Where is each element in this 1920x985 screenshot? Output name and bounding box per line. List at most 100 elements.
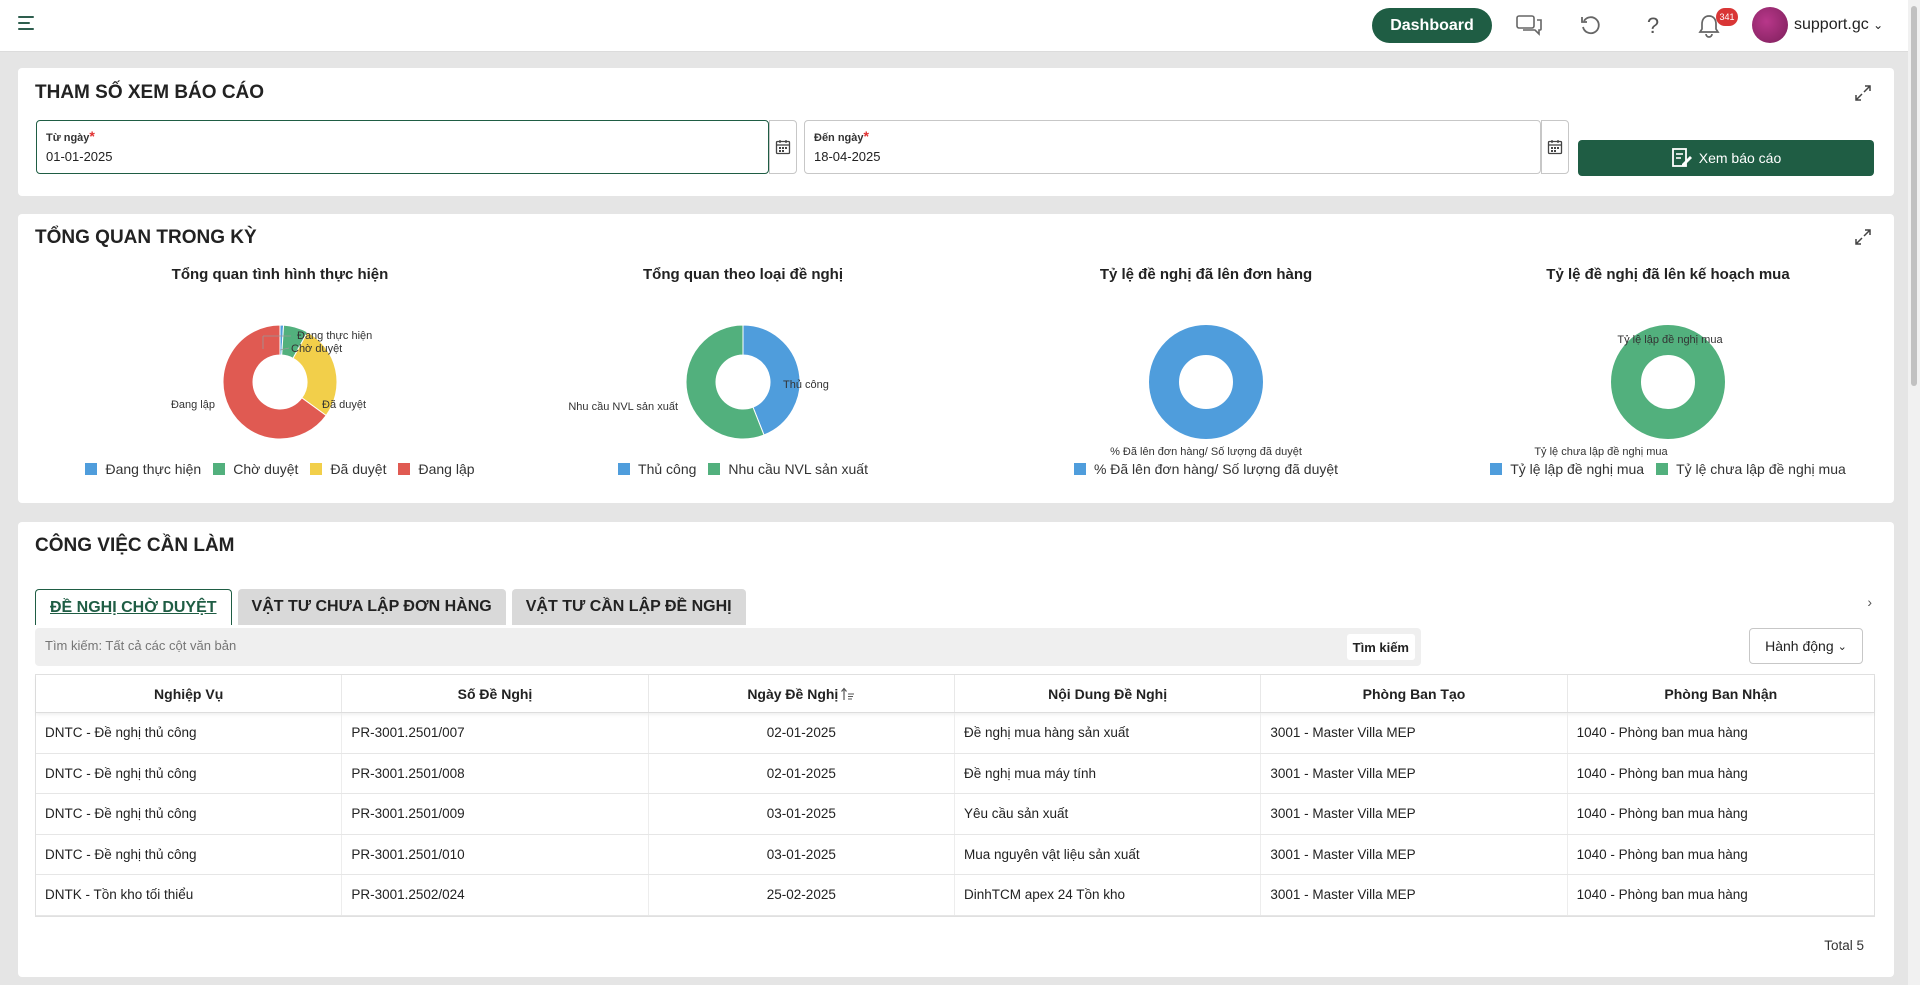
dashboard-button[interactable]: Dashboard xyxy=(1372,8,1492,43)
table-row[interactable]: DNTC - Đề nghị thủ công PR-3001.2501/009… xyxy=(36,794,1874,835)
legend-item[interactable]: Tỷ lệ chưa lập đề nghị mua xyxy=(1656,461,1846,477)
column-header[interactable]: Phòng Ban Tạo xyxy=(1261,675,1568,712)
table-row[interactable]: DNTC - Đề nghị thủ công PR-3001.2501/007… xyxy=(36,713,1874,754)
donut-slice[interactable] xyxy=(1149,325,1263,439)
legend-item[interactable]: Đang lập xyxy=(398,461,475,477)
chart-purchase-plan-rate: Tỷ lệ đề nghị đã lên kế hoạch mua Tỷ lệ … xyxy=(1448,266,1888,477)
slice-label: Đã duyệt xyxy=(322,399,366,411)
tab-materials-without-order[interactable]: VẬT TƯ CHƯA LẬP ĐƠN HÀNG xyxy=(237,589,506,625)
chevron-right-icon[interactable]: › xyxy=(1867,594,1872,610)
legend-item[interactable]: Nhu cầu NVL sản xuất xyxy=(708,461,868,477)
menu-icon[interactable] xyxy=(18,16,38,34)
search-input[interactable] xyxy=(45,638,1195,653)
to-date-value[interactable]: 18-04-2025 xyxy=(814,149,881,164)
params-title: THAM SỐ XEM BÁO CÁO xyxy=(35,82,265,103)
table-cell: 3001 - Master Villa MEP xyxy=(1261,753,1568,793)
chart-request-type: Tổng quan theo loại đề nghị Thủ công Nhu… xyxy=(523,266,963,477)
donut-chart: Tỷ lệ lập đề nghị mua Tỷ lệ chưa lập đề … xyxy=(1534,325,1725,458)
slice-label: Thủ công xyxy=(783,379,829,391)
table-cell: 03-01-2025 xyxy=(649,834,955,874)
table-cell: DNTC - Đề nghị thủ công xyxy=(36,713,343,753)
table-cell: 02-01-2025 xyxy=(649,753,955,793)
actions-dropdown[interactable]: Hành động ⌄ xyxy=(1749,628,1863,664)
chart-legend: Tỷ lệ lập đề nghị mua Tỷ lệ chưa lập đề … xyxy=(1448,461,1888,477)
table-row[interactable]: DNTC - Đề nghị thủ công PR-3001.2501/010… xyxy=(36,834,1874,875)
table-row[interactable]: DNTK - Tồn kho tối thiểu PR-3001.2502/02… xyxy=(36,875,1874,916)
table-cell: DNTC - Đề nghị thủ công xyxy=(36,794,343,834)
table-cell: 3001 - Master Villa MEP xyxy=(1261,834,1568,874)
table-cell: 1040 - Phòng ban mua hàng xyxy=(1576,806,1748,822)
chevron-down-icon: ⌄ xyxy=(1837,640,1847,653)
help-icon[interactable]: ? xyxy=(1639,12,1667,40)
table-cell: PR-3001.2501/007 xyxy=(342,713,649,753)
column-header[interactable]: Ngày Đề Nghị xyxy=(649,675,955,712)
view-report-label: Xem báo cáo xyxy=(1698,150,1782,166)
search-bar: Tìm kiếm xyxy=(35,628,1421,666)
slice-label: Tỷ lệ chưa lập đề nghị mua xyxy=(1534,446,1668,458)
table-cell: 02-01-2025 xyxy=(649,713,955,753)
donut-slice[interactable] xyxy=(1611,325,1725,439)
column-header[interactable]: Phòng Ban Nhận xyxy=(1568,675,1874,712)
table-header: Nghiệp Vụ Số Đề Nghị Ngày Đề Nghị Nội Du… xyxy=(36,675,1874,713)
table-cell: PR-3001.2501/009 xyxy=(342,794,649,834)
legend-item[interactable]: Đang thực hiện xyxy=(85,461,201,477)
view-report-button[interactable]: Xem báo cáo xyxy=(1578,140,1874,176)
from-calendar-icon[interactable] xyxy=(769,120,797,174)
table-cell: 1040 - Phòng ban mua hàng xyxy=(1576,846,1748,862)
table-cell: 1040 - Phòng ban mua hàng xyxy=(1576,887,1748,903)
table-cell: 3001 - Master Villa MEP xyxy=(1261,875,1568,915)
tab-pending-requests[interactable]: ĐỀ NGHỊ CHỜ DUYỆT xyxy=(35,589,232,625)
table-cell: Đề nghị mua máy tính xyxy=(955,753,1262,793)
table-cell: DNTC - Đề nghị thủ công xyxy=(36,753,343,793)
notification-badge: 341 xyxy=(1716,8,1738,26)
legend-item[interactable]: Tỷ lệ lập đề nghị mua xyxy=(1490,461,1644,477)
table-cell: Yêu cầu sản xuất xyxy=(955,794,1262,834)
slice-label: Đang thực hiện xyxy=(297,330,372,342)
from-date-field[interactable]: Từ ngày* 01-01-2025 xyxy=(36,120,769,174)
slice-label: % Đã lên đơn hàng/ Số lượng đã duyệt xyxy=(1110,446,1302,458)
total-count: Total 5 xyxy=(1824,938,1864,953)
sort-icon[interactable] xyxy=(841,687,855,701)
tab-bar: ĐỀ NGHỊ CHỜ DUYỆT VẬT TƯ CHƯA LẬP ĐƠN HÀ… xyxy=(35,589,746,626)
to-calendar-icon[interactable] xyxy=(1541,120,1569,174)
to-date-label: Đến ngày* xyxy=(814,128,869,144)
username[interactable]: support.gc ⌄ xyxy=(1794,16,1883,34)
refresh-icon[interactable] xyxy=(1577,12,1605,40)
from-date-value[interactable]: 01-01-2025 xyxy=(46,149,113,164)
table-cell: 1040 - Phòng ban mua hàng xyxy=(1576,765,1748,781)
table-cell: DNTC - Đề nghị thủ công xyxy=(36,834,343,874)
scrollbar[interactable] xyxy=(1908,0,1920,985)
tab-materials-need-request[interactable]: VẬT TƯ CẦN LẬP ĐỀ NGHỊ xyxy=(511,589,746,625)
legend-item[interactable]: Thủ công xyxy=(618,461,696,477)
username-text: support.gc xyxy=(1794,16,1869,33)
overview-title: TỔNG QUAN TRONG KỲ xyxy=(35,227,257,248)
donut-chart: Đang thực hiện Chờ duyệt Đã duyệt Đang l… xyxy=(171,324,372,440)
chart-title: Tổng quan theo loại đề nghị xyxy=(643,266,843,283)
chart-title: Tỷ lệ đề nghị đã lên đơn hàng xyxy=(1099,266,1313,283)
donut-chart: % Đã lên đơn hàng/ Số lượng đã duyệt xyxy=(1110,325,1302,458)
legend-item[interactable]: % Đã lên đơn hàng/ Số lượng đã duyệt xyxy=(1073,461,1338,477)
table-cell: Mua nguyên vật liệu sản xuất xyxy=(955,834,1262,874)
scrollbar-thumb[interactable] xyxy=(1911,6,1917,386)
table-cell: Đề nghị mua hàng sản xuất xyxy=(955,713,1262,753)
chart-order-rate: Tỷ lệ đề nghị đã lên đơn hàng % Đã lên đ… xyxy=(986,266,1426,477)
chart-legend: Đang thực hiện Chờ duyệt Đã duyệt Đang l… xyxy=(60,461,500,477)
legend-item[interactable]: Đã duyệt xyxy=(310,461,386,477)
chat-icon[interactable] xyxy=(1515,12,1543,40)
table-cell: DNTK - Tồn kho tối thiểu xyxy=(36,875,343,915)
table-row[interactable]: DNTC - Đề nghị thủ công PR-3001.2501/008… xyxy=(36,753,1874,794)
avatar[interactable] xyxy=(1752,7,1788,43)
tasks-card: CÔNG VIỆC CẦN LÀM ĐỀ NGHỊ CHỜ DUYỆT VẬT … xyxy=(18,522,1894,977)
search-button[interactable]: Tìm kiếm xyxy=(1346,634,1415,660)
requests-table: Nghiệp Vụ Số Đề Nghị Ngày Đề Nghị Nội Du… xyxy=(35,674,1875,917)
legend-item[interactable]: Chờ duyệt xyxy=(213,461,298,477)
to-date-field[interactable]: Đến ngày* 18-04-2025 xyxy=(804,120,1541,174)
column-header[interactable]: Nghiệp Vụ xyxy=(36,675,343,712)
chart-execution-status: Tổng quan tình hình thực hiện Đang thực … xyxy=(60,266,500,477)
column-header[interactable]: Nội Dung Đề Nghị xyxy=(955,675,1262,712)
column-header[interactable]: Số Đề Nghị xyxy=(342,675,649,712)
chart-title: Tổng quan tình hình thực hiện xyxy=(171,266,389,283)
expand-icon[interactable] xyxy=(1854,84,1872,102)
slice-label: Tỷ lệ lập đề nghị mua xyxy=(1617,334,1723,346)
expand-icon[interactable] xyxy=(1854,228,1872,246)
